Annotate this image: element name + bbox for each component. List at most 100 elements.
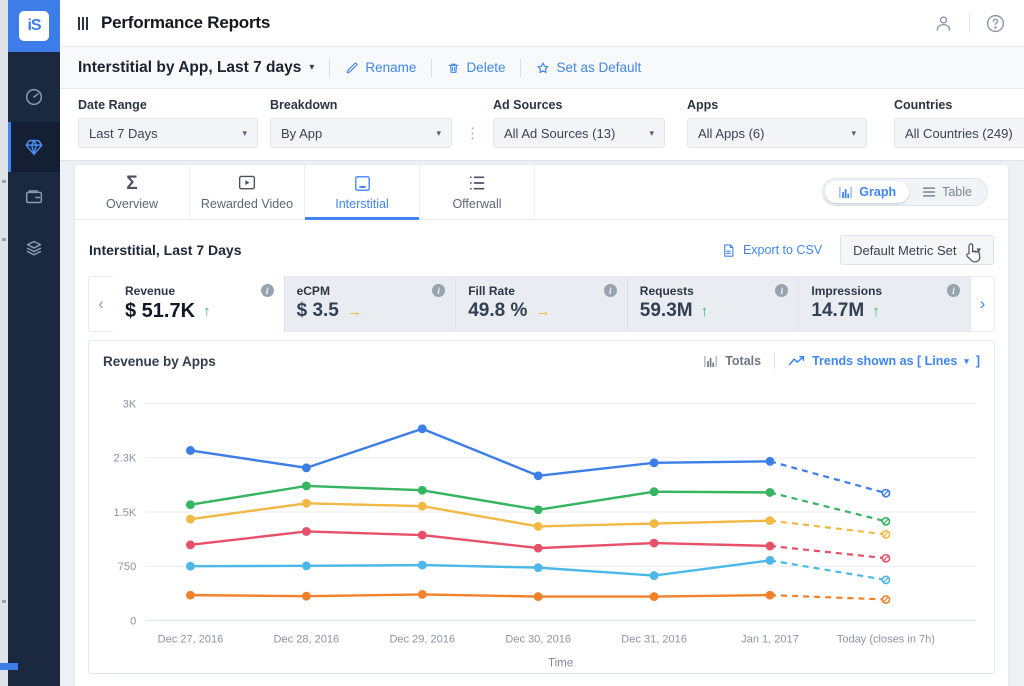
tab-interstitial[interactable]: Interstitial bbox=[305, 165, 420, 219]
sidebar-item-dashboard[interactable] bbox=[8, 72, 60, 122]
metric-card-impressions[interactable]: Impressions 14.7M↑ i bbox=[798, 276, 970, 332]
totals-button[interactable]: Totals bbox=[703, 354, 761, 368]
top-header: Performance Reports bbox=[60, 0, 1024, 47]
svg-text:2.3K: 2.3K bbox=[113, 453, 136, 465]
svg-text:0: 0 bbox=[130, 615, 136, 627]
info-icon[interactable]: i bbox=[947, 284, 960, 297]
svg-text:Dec 27, 2016: Dec 27, 2016 bbox=[157, 634, 223, 646]
offerwall-list-icon bbox=[467, 174, 487, 192]
svg-text:Dec 31, 2016: Dec 31, 2016 bbox=[621, 634, 687, 646]
svg-text:1.5K: 1.5K bbox=[113, 507, 136, 519]
caret-down-icon: ▾ bbox=[242, 128, 247, 139]
edge-window-sliver bbox=[0, 0, 8, 686]
filter-apps: Apps All Apps (6) ▾ bbox=[687, 98, 867, 148]
filter-bar: Date Range Last 7 Days ▾ Breakdown By Ap… bbox=[60, 89, 1024, 161]
graph-icon bbox=[838, 186, 853, 199]
page-title: Performance Reports bbox=[101, 13, 270, 33]
wallet-icon bbox=[23, 186, 45, 208]
gauge-icon bbox=[23, 86, 45, 108]
metric-set-dropdown[interactable]: Default Metric Set ▾ bbox=[840, 235, 994, 265]
app-logo[interactable]: iS bbox=[8, 0, 60, 52]
set-default-button[interactable]: Set as Default bbox=[536, 60, 641, 75]
section-header: Interstitial, Last 7 Days Export to CSV … bbox=[75, 220, 1008, 274]
user-icon[interactable] bbox=[933, 13, 954, 34]
metrics-scroll-right[interactable]: › bbox=[970, 276, 995, 332]
divider bbox=[329, 59, 330, 77]
report-bar: Interstitial by App, Last 7 days ▾ Renam… bbox=[60, 47, 1024, 89]
csv-file-icon bbox=[721, 243, 736, 258]
ad-sources-select[interactable]: All Ad Sources (13) ▾ bbox=[493, 118, 665, 148]
trend-line-icon bbox=[788, 355, 805, 367]
caret-down-icon: ▾ bbox=[649, 128, 654, 139]
trend-arrow-icon: ↑ bbox=[872, 303, 880, 320]
svg-text:Dec 29, 2016: Dec 29, 2016 bbox=[389, 634, 455, 646]
trends-dropdown[interactable]: Trends shown as [ Lines ▾ ] bbox=[788, 354, 980, 368]
revenue-line-chart[interactable]: 07501.5K2.3K3KDec 27, 2016Dec 28, 2016De… bbox=[90, 373, 994, 673]
toggle-graph[interactable]: Graph bbox=[825, 181, 909, 203]
caret-down-icon: ▾ bbox=[851, 128, 856, 139]
delete-button[interactable]: Delete bbox=[447, 60, 505, 75]
sidebar-item-mediation[interactable] bbox=[8, 222, 60, 272]
countries-select[interactable]: All Countries (249) ▾ bbox=[894, 118, 1024, 148]
chart-panel: Revenue by Apps Totals bbox=[88, 340, 995, 674]
svg-text:Dec 28, 2016: Dec 28, 2016 bbox=[273, 634, 339, 646]
apps-select[interactable]: All Apps (6) ▾ bbox=[687, 118, 867, 148]
svg-text:Time: Time bbox=[547, 658, 572, 670]
trend-arrow-icon: → bbox=[347, 303, 362, 320]
report-title[interactable]: Interstitial by App, Last 7 days bbox=[78, 59, 301, 77]
filter-breakdown: Breakdown By App ▾ bbox=[270, 98, 452, 148]
divider bbox=[774, 353, 775, 369]
date-range-select[interactable]: Last 7 Days ▾ bbox=[78, 118, 258, 148]
content-area: Σ Overview Rewarded Video bbox=[60, 155, 1024, 686]
tab-overview[interactable]: Σ Overview bbox=[75, 165, 190, 219]
logo-text: iS bbox=[19, 11, 49, 41]
star-icon bbox=[536, 61, 550, 75]
sigma-icon: Σ bbox=[126, 173, 137, 193]
toggle-table[interactable]: Table bbox=[909, 181, 985, 203]
metric-card-requests[interactable]: Requests 59.3M↑ i bbox=[627, 276, 799, 332]
interstitial-icon bbox=[353, 174, 372, 193]
svg-text:Jan 1, 2017: Jan 1, 2017 bbox=[741, 634, 799, 646]
svg-text:3K: 3K bbox=[122, 398, 136, 410]
divider bbox=[431, 59, 432, 77]
info-icon[interactable]: i bbox=[775, 284, 788, 297]
export-csv-button[interactable]: Export to CSV bbox=[721, 243, 822, 258]
metric-card-fill-rate[interactable]: Fill Rate 49.8 %→ i bbox=[455, 276, 627, 332]
tab-rewarded-video[interactable]: Rewarded Video bbox=[190, 165, 305, 219]
metrics-scroll-left[interactable]: ‹ bbox=[88, 276, 113, 332]
info-icon[interactable]: i bbox=[604, 284, 617, 297]
caret-down-icon: ▾ bbox=[436, 128, 441, 139]
totals-bars-icon bbox=[703, 355, 718, 368]
report-card: Σ Overview Rewarded Video bbox=[75, 165, 1008, 686]
main-area: Performance Reports Interstitial by App,… bbox=[60, 0, 1024, 686]
metric-card-revenue[interactable]: Revenue $ 51.7K↑ i bbox=[113, 276, 284, 332]
breakdown-select[interactable]: By App ▾ bbox=[270, 118, 452, 148]
dots-separator-icon: ⋮ bbox=[465, 118, 480, 148]
metric-card-ecpm[interactable]: eCPM $ 3.5→ i bbox=[284, 276, 456, 332]
table-icon bbox=[922, 186, 936, 198]
info-icon[interactable]: i bbox=[432, 284, 445, 297]
chevron-down-icon[interactable]: ▾ bbox=[309, 62, 314, 73]
layers-icon bbox=[23, 236, 45, 258]
caret-down-icon: ▾ bbox=[964, 356, 969, 367]
sidebar-item-wallet[interactable] bbox=[8, 172, 60, 222]
sidebar: iS bbox=[8, 0, 60, 686]
sidebar-item-reports[interactable] bbox=[8, 122, 60, 172]
chart-title: Revenue by Apps bbox=[103, 354, 216, 369]
rename-button[interactable]: Rename bbox=[345, 60, 416, 75]
section-title: Interstitial, Last 7 Days bbox=[89, 242, 242, 258]
trend-arrow-icon: → bbox=[535, 303, 550, 320]
help-icon[interactable] bbox=[985, 13, 1006, 34]
trash-icon bbox=[447, 61, 460, 75]
info-icon[interactable]: i bbox=[261, 284, 274, 297]
metrics-row: ‹ Revenue $ 51.7K↑ i eCPM $ 3.5→ i Fill … bbox=[88, 276, 995, 332]
graph-table-toggle: Graph Table bbox=[822, 178, 988, 206]
pencil-icon bbox=[345, 61, 359, 75]
svg-text:Dec 30, 2016: Dec 30, 2016 bbox=[505, 634, 571, 646]
menu-icon[interactable] bbox=[78, 17, 88, 30]
caret-down-icon: ▾ bbox=[976, 245, 981, 256]
filter-date-range: Date Range Last 7 Days ▾ bbox=[78, 98, 258, 148]
divider bbox=[969, 13, 970, 33]
trend-arrow-icon: ↑ bbox=[701, 303, 709, 320]
tab-offerwall[interactable]: Offerwall bbox=[420, 165, 535, 219]
